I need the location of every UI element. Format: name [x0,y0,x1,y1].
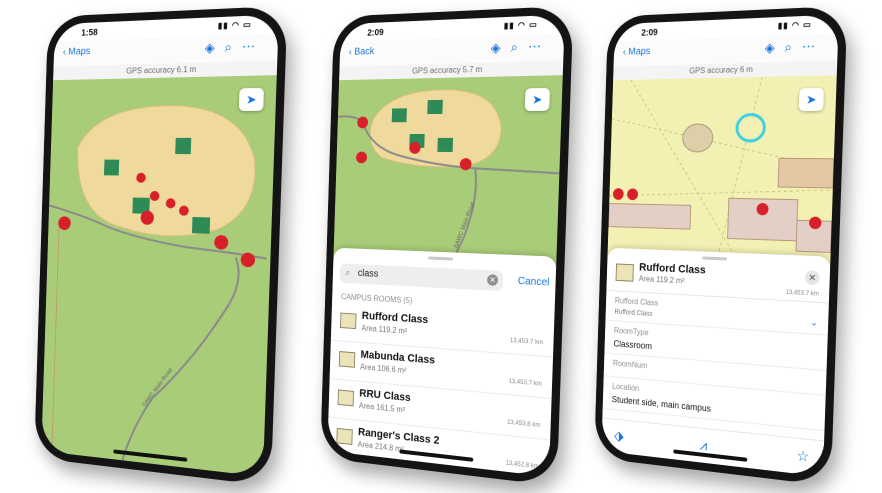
phone-map-view: 1:58 ▮▮ ◠ ▭ ‹ Maps ◈⌕⋯ GPS accuracy 6.1 … [34,5,288,487]
layers-icon[interactable]: ◈ [491,39,511,55]
result-area: Area 106.6 m² [360,362,407,376]
directions-icon[interactable]: ⬗ [614,427,624,444]
drag-handle[interactable] [428,256,453,261]
screen: 2:09 ▮▮ ◠ ▭ ‹ Back ◈⌕⋯ GPS accuracy 5.7 … [327,14,565,477]
locate-button[interactable]: ➤ [524,87,550,112]
signal-wifi-battery-icons: ▮▮ ◠ ▭ [217,19,253,31]
building [778,158,834,188]
poi-fire-marker[interactable] [627,188,639,201]
poi-green-marker[interactable] [427,99,443,115]
back-label: Maps [628,46,651,58]
search-icon[interactable]: ⌕ [510,39,528,55]
barrier-marker[interactable] [214,234,229,250]
round-building [682,124,713,152]
search-icon: ⌕ [345,267,351,279]
feature-area: Area 119.2 m² [638,274,685,286]
room-swatch [338,351,356,368]
road-label: SAWC Main Road [453,202,476,250]
status-time: 2:09 [367,27,384,38]
back-button[interactable]: ‹ Maps [63,46,91,58]
locate-button[interactable]: ➤ [238,87,264,112]
layers-icon[interactable]: ◈ [765,39,785,55]
phone-search-view: 2:09 ▮▮ ◠ ▭ ‹ Back ◈⌕⋯ GPS accuracy 5.7 … [320,5,574,487]
feature-detail-panel: Rufford Class Area 119.2 m² ✕ 13,453.7 k… [602,247,831,442]
status-time: 1:58 [81,27,98,38]
more-icon[interactable]: ⋯ [528,38,552,54]
star-icon[interactable]: ☆ [796,447,809,466]
barrier-marker[interactable] [355,151,368,164]
more-icon[interactable]: ⋯ [242,38,266,54]
main-road [122,253,239,473]
result-distance: 13,453.7 km [509,337,544,347]
signal-wifi-battery-icons: ▮▮ ◠ ▭ [777,19,813,31]
search-input[interactable]: ⌕ class ✕ [339,263,504,292]
screen: 2:09 ▮▮ ◠ ▭ ‹ Maps ◈⌕⋯ GPS accuracy 6 m [601,14,839,477]
room-swatch [336,427,353,446]
navigation-arrow-icon: ➤ [805,92,817,107]
feature-distance: 13,453.7 km [785,289,820,298]
search-query: class [357,268,379,280]
poi-green-marker[interactable] [391,108,407,123]
boundary-line [52,225,59,452]
more-icon[interactable]: ⋯ [802,38,826,54]
room-swatch [615,263,634,282]
navigation-arrow-icon: ➤ [245,92,257,107]
poi-green-marker[interactable] [437,137,454,152]
navigation-arrow-icon: ➤ [531,92,543,107]
chevron-down-icon[interactable]: ⌄ [810,317,818,329]
room-swatch [340,312,357,330]
back-label: Maps [68,46,91,58]
poi-green-marker[interactable] [175,137,192,155]
result-distance: 13,452.8 km [505,460,540,471]
back-label: Back [354,46,375,58]
search-icon[interactable]: ⌕ [224,39,242,55]
signal-wifi-battery-icons: ▮▮ ◠ ▭ [503,19,539,31]
map-layer: SAWC Main Road [41,75,276,477]
locate-button[interactable]: ➤ [798,87,824,112]
poi-green-marker[interactable] [103,159,120,176]
search-results-panel: ⌕ class ✕ Cancel CAMPUS ROOMS (5) Ruffor… [327,247,557,477]
result-area: Area 119.2 m² [361,323,408,336]
result-area: Area 161.5 m² [358,401,406,415]
phone-feature-detail-view: 2:09 ▮▮ ◠ ▭ ‹ Maps ◈⌕⋯ GPS accuracy 6 m [594,5,848,487]
selected-feature-highlight[interactable] [737,114,765,140]
back-button[interactable]: ‹ Maps [623,46,651,58]
building [608,203,690,229]
layers-icon[interactable]: ◈ [205,39,225,55]
status-time: 2:09 [641,27,658,38]
campus-area [75,105,257,239]
poi-fire-marker[interactable] [612,188,624,200]
result-distance: 13,453.7 km [508,378,542,388]
result-distance: 13,453.8 km [506,419,541,430]
cancel-button[interactable]: Cancel [518,276,550,289]
screen: 1:58 ▮▮ ◠ ▭ ‹ Maps ◈⌕⋯ GPS accuracy 6.1 … [41,14,279,477]
road-label: SAWC Main Road [142,367,175,408]
poi-green-marker[interactable] [191,217,211,234]
clear-search-icon[interactable]: ✕ [486,274,499,286]
room-swatch [337,389,355,407]
back-button[interactable]: ‹ Back [349,46,375,58]
close-icon[interactable]: ✕ [804,270,820,286]
barrier-marker[interactable] [58,216,71,231]
map-canvas[interactable]: SAWC Main Road ➤ [41,75,277,477]
search-icon[interactable]: ⌕ [784,39,802,55]
